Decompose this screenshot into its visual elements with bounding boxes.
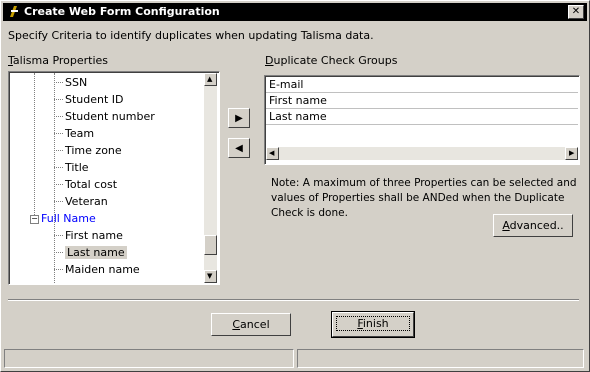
tree-item-label: Title (65, 161, 89, 174)
status-pane-right (297, 349, 584, 368)
instruction-text: Specify Criteria to identify duplicates … (8, 29, 374, 42)
arrow-left-icon: ◀ (235, 143, 243, 154)
scroll-right-icon: ▶ (569, 149, 575, 157)
tree-item-maiden-name[interactable]: Maiden name (65, 261, 140, 278)
talisma-properties-label: Talisma Properties (8, 54, 109, 67)
tree-item-label: SSN (65, 76, 88, 89)
list-horizontal-scrollbar[interactable]: ◀ ▶ (266, 147, 578, 160)
list-item[interactable]: Last name (266, 109, 578, 125)
tree-item-ssn[interactable]: SSN (65, 74, 87, 91)
tree-guide-line-root (34, 73, 35, 221)
tree-group-label: Full Name (41, 212, 96, 225)
list-item[interactable]: First name (266, 93, 578, 109)
tree-connector (54, 252, 63, 253)
tree-item-time-zone[interactable]: Time zone (65, 142, 122, 159)
close-button[interactable]: ✕ (568, 5, 584, 19)
add-property-button[interactable]: ▶ (228, 108, 250, 128)
collapse-toggle-icon[interactable]: − (30, 214, 39, 224)
advanced-button[interactable]: Advanced.. (493, 214, 573, 237)
tree-item-first-name[interactable]: First name (65, 227, 123, 244)
tree-connector (54, 269, 63, 270)
tree-connector (54, 184, 63, 185)
close-icon: ✕ (571, 6, 581, 17)
tree-item-label: Student ID (65, 93, 124, 106)
tree-item-label: Team (65, 127, 95, 140)
cancel-button[interactable]: Cancel (211, 313, 291, 336)
finish-button[interactable]: Finish (331, 311, 415, 338)
window-title: Create Web Form Configuration (24, 5, 220, 18)
tree-item-student-number[interactable]: Student number (65, 108, 155, 125)
tree-item-label: Time zone (65, 144, 122, 157)
tree-connector (54, 150, 63, 151)
remove-property-button[interactable]: ◀ (228, 138, 250, 158)
tree-item-team[interactable]: Team (65, 125, 94, 142)
scroll-thumb[interactable] (204, 235, 217, 255)
tree-item-label: Last name (65, 246, 127, 259)
tree-item-label: First name (65, 229, 123, 242)
talisma-properties-tree[interactable]: SSN Student ID Student number Team Time zone… (8, 71, 220, 285)
separator-line (8, 299, 579, 301)
scroll-up-icon: ▲ (207, 75, 213, 83)
scroll-up-button[interactable]: ▲ (204, 73, 217, 86)
arrow-right-icon: ▶ (235, 113, 243, 124)
tree-connector (54, 99, 63, 100)
tree-connector (54, 167, 63, 168)
tree-connector (54, 201, 63, 202)
tree-vertical-scrollbar[interactable]: ▲ ▼ (204, 73, 217, 283)
tree-item-total-cost[interactable]: Total cost (65, 176, 117, 193)
tree-viewport: SSN Student ID Student number Team Time zone… (10, 73, 204, 283)
tree-connector (54, 235, 63, 236)
tree-group-full-name[interactable]: − Full Name (30, 210, 96, 227)
scroll-right-button[interactable]: ▶ (565, 147, 578, 160)
scroll-left-button[interactable]: ◀ (266, 147, 279, 160)
duplicate-check-groups-list[interactable]: E-mail First name Last name ◀ ▶ (264, 75, 580, 165)
duplicate-check-groups-label: Duplicate Check Groups (265, 54, 398, 67)
tree-item-last-name[interactable]: Last name (65, 244, 127, 261)
title-bar: Create Web Form Configuration ✕ (3, 3, 587, 21)
tree-item-label: Veteran (65, 195, 108, 208)
tree-item-title[interactable]: Title (65, 159, 89, 176)
tree-connector (54, 116, 63, 117)
tree-item-label: Maiden name (65, 263, 140, 276)
scroll-down-icon: ▼ (207, 272, 213, 280)
tree-connector (54, 133, 63, 134)
tree-item-student-id[interactable]: Student ID (65, 91, 124, 108)
scroll-left-icon: ◀ (269, 149, 275, 157)
tree-item-veteran[interactable]: Veteran (65, 193, 108, 210)
finish-focus: Finish (336, 316, 410, 331)
list-viewport: E-mail First name Last name (266, 77, 578, 147)
status-pane-left (4, 349, 294, 368)
scroll-down-button[interactable]: ▼ (204, 270, 217, 283)
tree-item-label: Total cost (65, 178, 118, 191)
dialog-window: Create Web Form Configuration ✕ Specify … (0, 0, 590, 372)
list-item[interactable]: E-mail (266, 77, 578, 93)
tree-connector (54, 82, 63, 83)
tree-item-label: Student number (65, 110, 155, 123)
talisma-app-icon (6, 4, 21, 19)
